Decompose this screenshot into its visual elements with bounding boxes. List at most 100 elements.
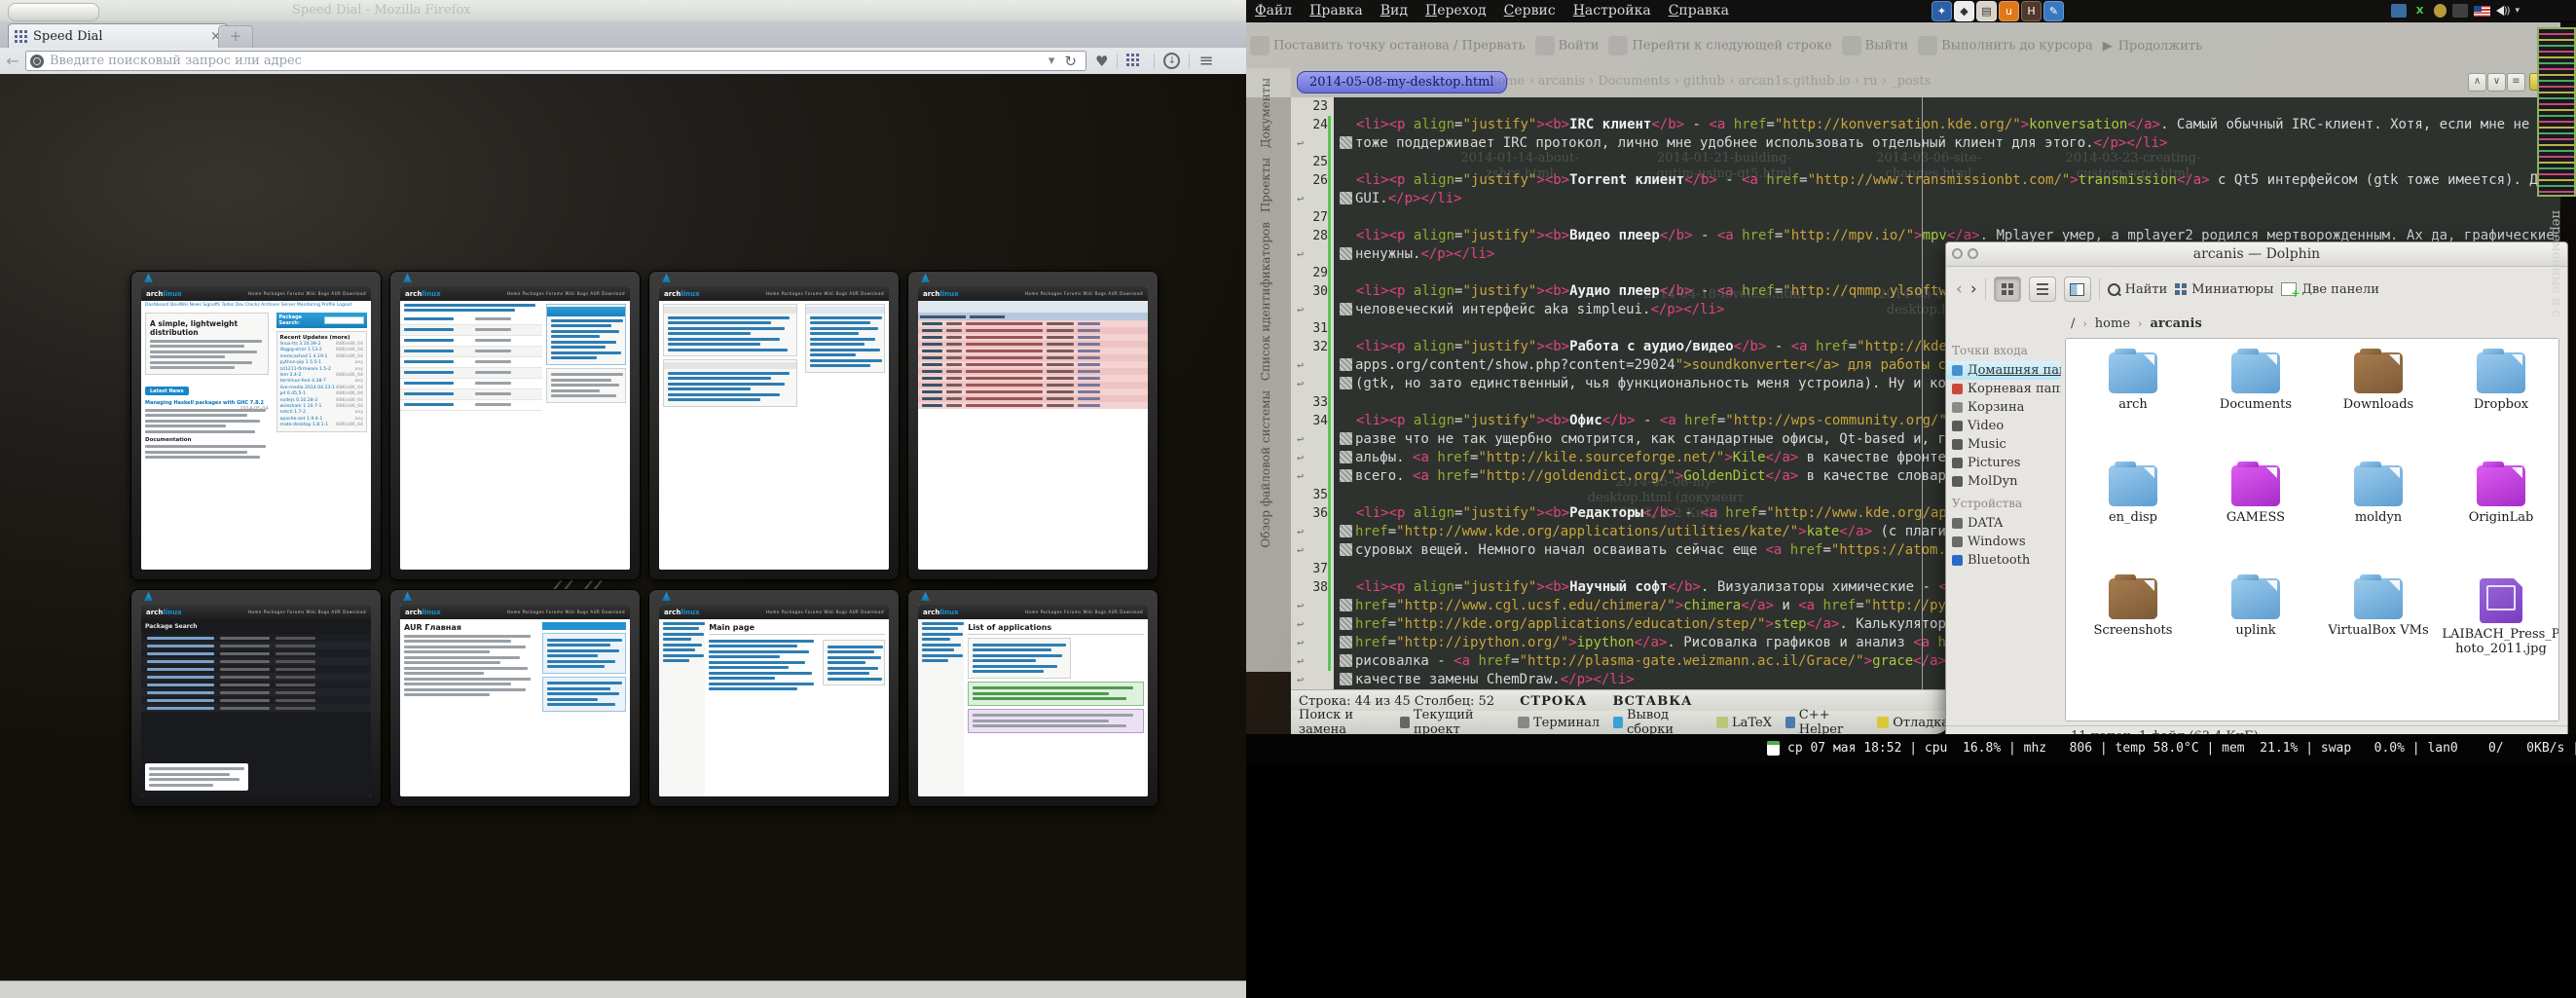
menu-item-Правка[interactable]: Правка [1309,3,1363,18]
xorg-icon[interactable]: X [2412,4,2428,18]
place-Корневая папка[interactable]: Корневая папка [1946,380,2061,398]
dolphin-breadcrumb[interactable]: /›home›arcanis [1946,312,2567,335]
place-Домашняя папка[interactable]: Домашняя папка [1946,361,2061,380]
window-button[interactable] [1968,248,1978,259]
breadcrumb[interactable]: home › arcanis › Documents › github › ar… [1490,74,1931,89]
dolphin-file-view[interactable]: archDocumentsDownloadsDropboxen_dispGAME… [2065,338,2559,721]
menu-item-Вид[interactable]: Вид [1380,3,1408,18]
speed-dial-tile-arch-wiki-tables[interactable]: archlinuxHome Packages Forums Wiki Bugs … [648,271,900,580]
menu-item-Справка[interactable]: Справка [1669,3,1729,18]
im-status-icon[interactable] [2434,4,2447,18]
toolview-button[interactable]: Вывод сборки [1613,708,1703,737]
tab-list-button[interactable]: ≡ [2507,73,2525,92]
file-GAMESS[interactable]: GAMESS [2196,465,2315,525]
speed-dial-tile-aur-home[interactable]: archlinuxHome Packages Forums Wiki Bugs … [389,589,641,807]
file-LAIBACH_Press_Photo_2011.jpg[interactable]: LAIBACH_Press_Photo_2011.jpg [2442,578,2559,656]
wrap-mode[interactable]: СТРОКА [1520,694,1588,709]
tab-speed-dial[interactable]: Speed Dial × [8,23,228,49]
icons-view-button[interactable] [1994,277,2021,302]
dock-app-icon-4[interactable]: u [1999,1,2019,21]
volume-icon[interactable]: )) [2496,6,2510,17]
place-Video[interactable]: Video [1946,417,2061,435]
menu-item-Переход[interactable]: Переход [1425,3,1487,18]
tray-app-icon[interactable] [2452,4,2468,18]
details-view-button[interactable] [2029,277,2056,302]
breadcrumb-/[interactable]: / [2071,316,2075,331]
speed-dial-tile-arch-wiki-main[interactable]: archlinuxHome Packages Forums Wiki Bugs … [648,589,900,807]
place-Music[interactable]: Music [1946,435,2061,454]
menu-item-Сервис[interactable]: Сервис [1504,3,1556,18]
debug-action-2[interactable]: Войти [1535,36,1600,55]
tray-expand-icon[interactable]: ▾ [2515,6,2520,16]
file-Documents[interactable]: Documents [2196,352,2315,412]
scroll-down-button[interactable]: ∨ [2487,73,2506,92]
display-icon[interactable] [2391,4,2407,18]
thumbnails-button[interactable]: Миниатюры [2175,282,2273,297]
menu-item-Файл[interactable]: Файл [1255,3,1292,18]
toolview-button[interactable]: LaTeX [1716,716,1772,730]
scroll-up-button[interactable]: ∧ [2468,73,2486,92]
menu-hamburger-icon[interactable]: ≡ [1198,51,1213,71]
debug-action-6[interactable]: ▶Продолжить [2103,39,2202,54]
file-Downloads[interactable]: Downloads [2319,352,2438,412]
new-tab-button[interactable]: + [218,25,253,50]
find-button[interactable]: Найти [2108,282,2168,297]
debug-action-4[interactable]: Выйти [1842,36,1908,55]
toolview-button[interactable]: C++ Helper [1785,708,1863,737]
speed-dial-tile-arch-home[interactable]: archlinuxHome Packages Forums Wiki Bugs … [130,271,382,580]
debug-action-1[interactable]: Поставить точку останова / Прервать [1250,36,1526,55]
forward-icon[interactable]: › [1970,279,1977,299]
device-Bluetooth[interactable]: Bluetooth [1946,551,2061,570]
bookmark-heart-icon[interactable]: ♥ [1095,53,1108,70]
file-en_disp[interactable]: en_disp [2074,465,2192,525]
debug-action-3[interactable]: Перейти к следующей строке [1608,36,1831,55]
url-bar[interactable]: Введите поисковый запрос или адрес ▾ ↻ [25,51,1086,71]
split-button[interactable]: Две панели [2281,282,2378,297]
keyboard-layout-flag-icon[interactable] [2474,6,2490,17]
place-Pictures[interactable]: Pictures [1946,454,2061,472]
reload-icon[interactable]: ↻ [1064,53,1077,70]
dock-app-icon-2[interactable]: ◆ [1954,1,1974,21]
back-button[interactable]: ← [0,52,25,70]
dock-app-icon-6[interactable]: ✎ [2043,1,2064,21]
speed-dial-tile-arch-packages-dark[interactable]: archlinuxHome Packages Forums Wiki Bugs … [130,589,382,807]
toolview-button[interactable]: Текущий проект [1400,708,1504,737]
terminal-thumbnail[interactable] [2537,27,2576,197]
file-VirtualBox VMs[interactable]: VirtualBox VMs [2319,578,2438,638]
device-Windows[interactable]: Windows [1946,533,2061,551]
sidebar-tab-Обзор файловой системы[interactable]: Обзор файловой системы [1259,390,1278,548]
back-icon[interactable]: ‹ [1956,279,1963,299]
place-MolDyn[interactable]: MolDyn [1946,472,2061,491]
sidebar-tab-Список идентификаторов[interactable]: Список идентификаторов [1259,222,1278,381]
speed-dial-button[interactable] [1126,53,1145,70]
debug-action-5[interactable]: Выполнить до курсора [1918,36,2093,55]
url-dropdown-icon[interactable]: ▾ [1049,54,1055,68]
place-Корзина[interactable]: Корзина [1946,398,2061,417]
columns-view-button[interactable] [2064,277,2091,302]
speed-dial-tile-arch-dev-dashboard[interactable]: archlinuxHome Packages Forums Wiki Bugs … [389,271,641,580]
toolview-button[interactable]: Поиск и замена [1299,708,1386,737]
firefox-app-button[interactable] [8,3,99,21]
speed-dial-tile-arch-bugs[interactable]: archlinuxHome Packages Forums Wiki Bugs … [907,271,1159,580]
breadcrumb-arcanis[interactable]: arcanis [2150,316,2201,331]
menu-item-Настройка[interactable]: Настройка [1573,3,1651,18]
dolphin-titlebar[interactable]: arcanis — Dolphin [1946,242,2567,267]
speed-dial-tile-arch-wiki-apps[interactable]: archlinuxHome Packages Forums Wiki Bugs … [907,589,1159,807]
sidebar-tab-Документы[interactable]: Документы [1259,78,1278,148]
sidebar-tab-Проекты[interactable]: Проекты [1259,158,1278,212]
document-tab[interactable]: 2014-05-08-my-desktop.html [1297,71,1507,93]
breadcrumb-home[interactable]: home [2095,316,2130,331]
device-DATA[interactable]: DATA [1946,514,2061,533]
downloads-icon[interactable]: ↓ [1163,53,1180,69]
dock-app-icon-1[interactable]: ✦ [1932,1,1952,21]
file-moldyn[interactable]: moldyn [2319,465,2438,525]
dock-app-icon-3[interactable]: ▤ [1976,1,1997,21]
window-button[interactable] [1952,248,1963,259]
file-uplink[interactable]: uplink [2196,578,2315,638]
file-Screenshots[interactable]: Screenshots [2074,578,2192,638]
file-arch[interactable]: arch [2074,352,2192,412]
file-OriginLab[interactable]: OriginLab [2442,465,2559,525]
dock-app-icon-5[interactable]: H [2021,1,2042,21]
toolview-button[interactable]: Терминал [1518,716,1600,730]
insert-mode[interactable]: ВСТАВКА [1613,694,1693,709]
